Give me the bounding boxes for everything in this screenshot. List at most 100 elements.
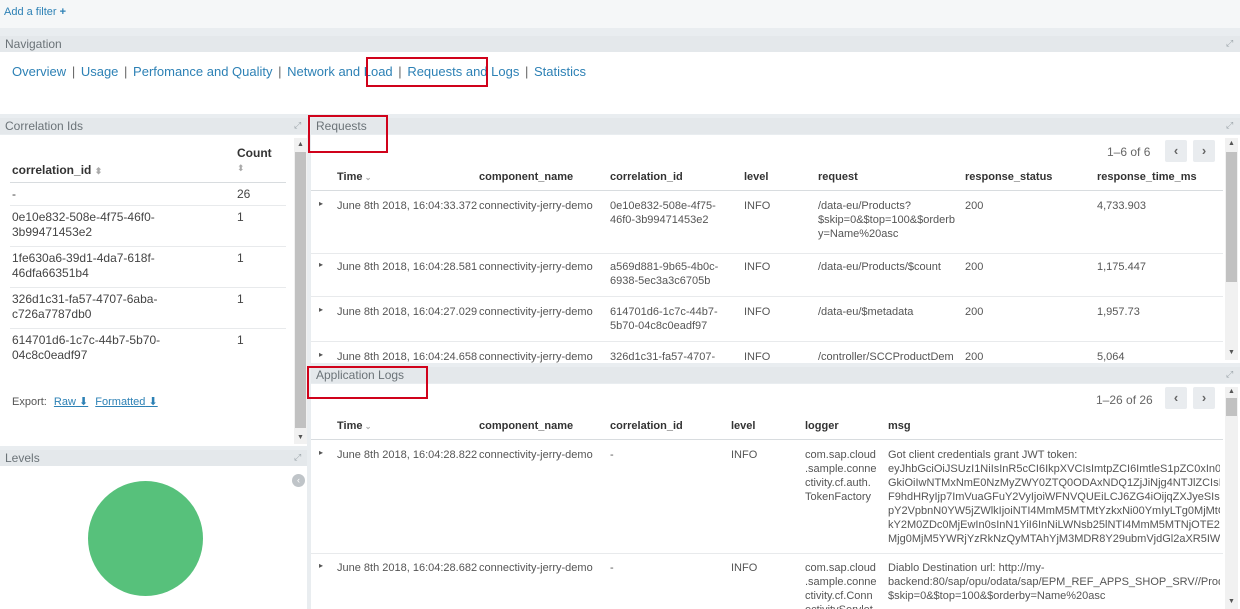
export-formatted-link[interactable]: Formatted ⬇: [95, 396, 157, 408]
column-header-response-status[interactable]: response_status: [965, 171, 1052, 183]
scroll-down-icon[interactable]: ▼: [297, 434, 304, 441]
nav-link-overview[interactable]: Overview: [12, 64, 66, 79]
cell-line: Mjg0MjM5YWRjYzRkNzQyMTAhYjM3MDR8Y29ubmVj…: [888, 533, 1220, 545]
cell-line: 6938-5ec3a3c6705b: [610, 275, 711, 287]
column-header-correlation-id[interactable]: correlation_id: [610, 171, 683, 183]
export-row: Export: Raw ⬇ Formatted ⬇: [12, 395, 158, 408]
scroll-down-icon[interactable]: ▼: [1228, 349, 1235, 356]
column-header-component-name[interactable]: component_name: [479, 420, 573, 432]
column-header-count[interactable]: Count: [237, 146, 272, 160]
scroll-up-icon[interactable]: ▲: [297, 141, 304, 148]
cell-line: backend:80/sap/opu/odata/sap/EPM_REF_APP…: [888, 576, 1220, 588]
correlation-id-cell: 0e10e832-508e-4f75-46f0-3b99471453e2: [12, 210, 155, 239]
msg-cell: Got client credentials grant JWT token: …: [888, 448, 1220, 546]
levels-title: Levels: [5, 451, 40, 465]
level-cell: INFO: [731, 562, 758, 574]
response-time-cell: 1,957.73: [1097, 306, 1140, 318]
expand-icon[interactable]: ⤢: [1226, 38, 1233, 49]
expand-icon[interactable]: ⤢: [294, 452, 301, 463]
response-time-cell: 1,175.447: [1097, 261, 1146, 273]
component-cell: connectivity-jerry-demo: [479, 351, 593, 363]
column-header-label: Time: [337, 171, 363, 183]
response-time-cell: 4,733.903: [1097, 200, 1146, 212]
column-header-level[interactable]: level: [731, 420, 755, 432]
logger-cell: com.sap.cloud .sample.conne ctivity.cf.C…: [805, 561, 885, 609]
column-header-time[interactable]: Time ⌄: [337, 171, 371, 183]
requests-panel: 1–6 of 6 ‹ › Time ⌄ component_name corre…: [311, 135, 1240, 363]
pagination-label: 1–26 of 26: [1096, 393, 1153, 407]
cell-line: Diablo Destination url: http://my-: [888, 562, 1045, 574]
correlation-id-cell: -: [610, 562, 614, 574]
nav-link-performance[interactable]: Perfomance and Quality: [133, 64, 272, 79]
add-filter-link[interactable]: Add a filter +: [4, 6, 66, 18]
cell-line: $skip=0&$top=100&$orderb: [818, 214, 955, 226]
column-header-component-name[interactable]: component_name: [479, 171, 573, 183]
scrollbar-thumb[interactable]: [295, 152, 306, 428]
sort-icon: ⬍: [94, 166, 103, 176]
expand-row-icon[interactable]: ▸: [319, 561, 323, 570]
levels-pie-slice[interactable]: [88, 481, 203, 596]
column-header-level[interactable]: level: [744, 171, 768, 183]
nav-separator: |: [71, 64, 76, 79]
time-cell: June 8th 2018, 16:04:28.581: [337, 261, 478, 273]
table-row[interactable]: 0e10e832-508e-4f75-46f0-3b99471453e2: [12, 210, 192, 240]
request-cell: /data-eu/Products? $skip=0&$top=100&$orde…: [818, 199, 955, 241]
expand-row-icon[interactable]: ▸: [319, 448, 323, 457]
nav-separator: |: [278, 64, 282, 79]
expand-row-icon[interactable]: ▸: [319, 260, 323, 269]
cell-line: ctivity.cf.Conn: [805, 590, 873, 602]
time-cell: June 8th 2018, 16:04:24.658: [337, 351, 478, 363]
column-header-logger[interactable]: logger: [805, 420, 839, 432]
navigation-panel-title: Navigation: [0, 36, 1240, 52]
column-header-response-time[interactable]: response_time_ms: [1097, 171, 1197, 183]
nav-link-statistics[interactable]: Statistics: [534, 64, 586, 79]
column-header-msg[interactable]: msg: [888, 420, 911, 432]
divider: [311, 296, 1223, 297]
cell-line: /data-eu/Products?: [818, 200, 911, 212]
legend-toggle-icon[interactable]: ‹: [292, 474, 305, 487]
time-cell: June 8th 2018, 16:04:33.372: [337, 200, 478, 212]
divider: [10, 205, 286, 206]
level-cell: INFO: [744, 351, 771, 363]
expand-row-icon[interactable]: ▸: [319, 350, 323, 359]
expand-icon[interactable]: ⤢: [294, 120, 301, 131]
table-row[interactable]: 326d1c31-fa57-4707-6aba-c726a7787db0: [12, 292, 192, 322]
export-raw-link[interactable]: Raw ⬇: [54, 396, 88, 408]
correlation-panel-title: Correlation Ids: [0, 118, 307, 134]
scrollbar[interactable]: [1225, 387, 1238, 609]
column-header-time[interactable]: Time ⌄: [337, 420, 371, 432]
table-row[interactable]: -: [12, 187, 192, 202]
previous-page-button[interactable]: ‹: [1165, 140, 1187, 162]
next-page-button[interactable]: ›: [1193, 387, 1215, 409]
divider: [10, 328, 286, 329]
divider: [311, 439, 1223, 440]
next-page-button[interactable]: ›: [1193, 140, 1215, 162]
navigation-title: Navigation: [5, 37, 62, 51]
expand-icon[interactable]: ⤢: [1226, 120, 1233, 131]
scrollbar-thumb[interactable]: [1226, 152, 1237, 282]
sort-down-icon: ⌄: [362, 422, 372, 431]
nav-link-usage[interactable]: Usage: [81, 64, 119, 79]
count-cell: 1: [237, 333, 244, 347]
scroll-up-icon[interactable]: ▲: [1228, 388, 1235, 395]
expand-icon[interactable]: ⤢: [1226, 369, 1233, 380]
scrollbar-thumb[interactable]: [1226, 398, 1237, 416]
status-cell: 200: [965, 306, 984, 318]
scroll-up-icon[interactable]: ▲: [1228, 140, 1235, 147]
column-header-correlation-id[interactable]: correlation_id ⬍: [12, 163, 102, 177]
scroll-down-icon[interactable]: ▼: [1228, 598, 1235, 605]
nav-separator: |: [524, 64, 529, 79]
request-cell: /controller/SCCProductDem: [818, 351, 954, 363]
previous-page-button[interactable]: ‹: [1165, 387, 1187, 409]
logger-cell: com.sap.cloud .sample.conne ctivity.cf.a…: [805, 448, 885, 504]
export-formatted-label: Formatted: [95, 396, 146, 408]
column-header-correlation-id[interactable]: correlation_id: [610, 420, 683, 432]
column-header-request[interactable]: request: [818, 171, 858, 183]
table-row[interactable]: 614701d6-1c7c-44b7-5b70-04c8c0eadf97: [12, 333, 192, 363]
table-row[interactable]: 1fe630a6-39d1-4da7-618f-46dfa66351b4: [12, 251, 192, 281]
expand-row-icon[interactable]: ▸: [319, 199, 323, 208]
divider: [311, 190, 1223, 191]
component-cell: connectivity-jerry-demo: [479, 562, 593, 574]
expand-row-icon[interactable]: ▸: [319, 305, 323, 314]
correlation-id-cell: -: [610, 449, 614, 461]
